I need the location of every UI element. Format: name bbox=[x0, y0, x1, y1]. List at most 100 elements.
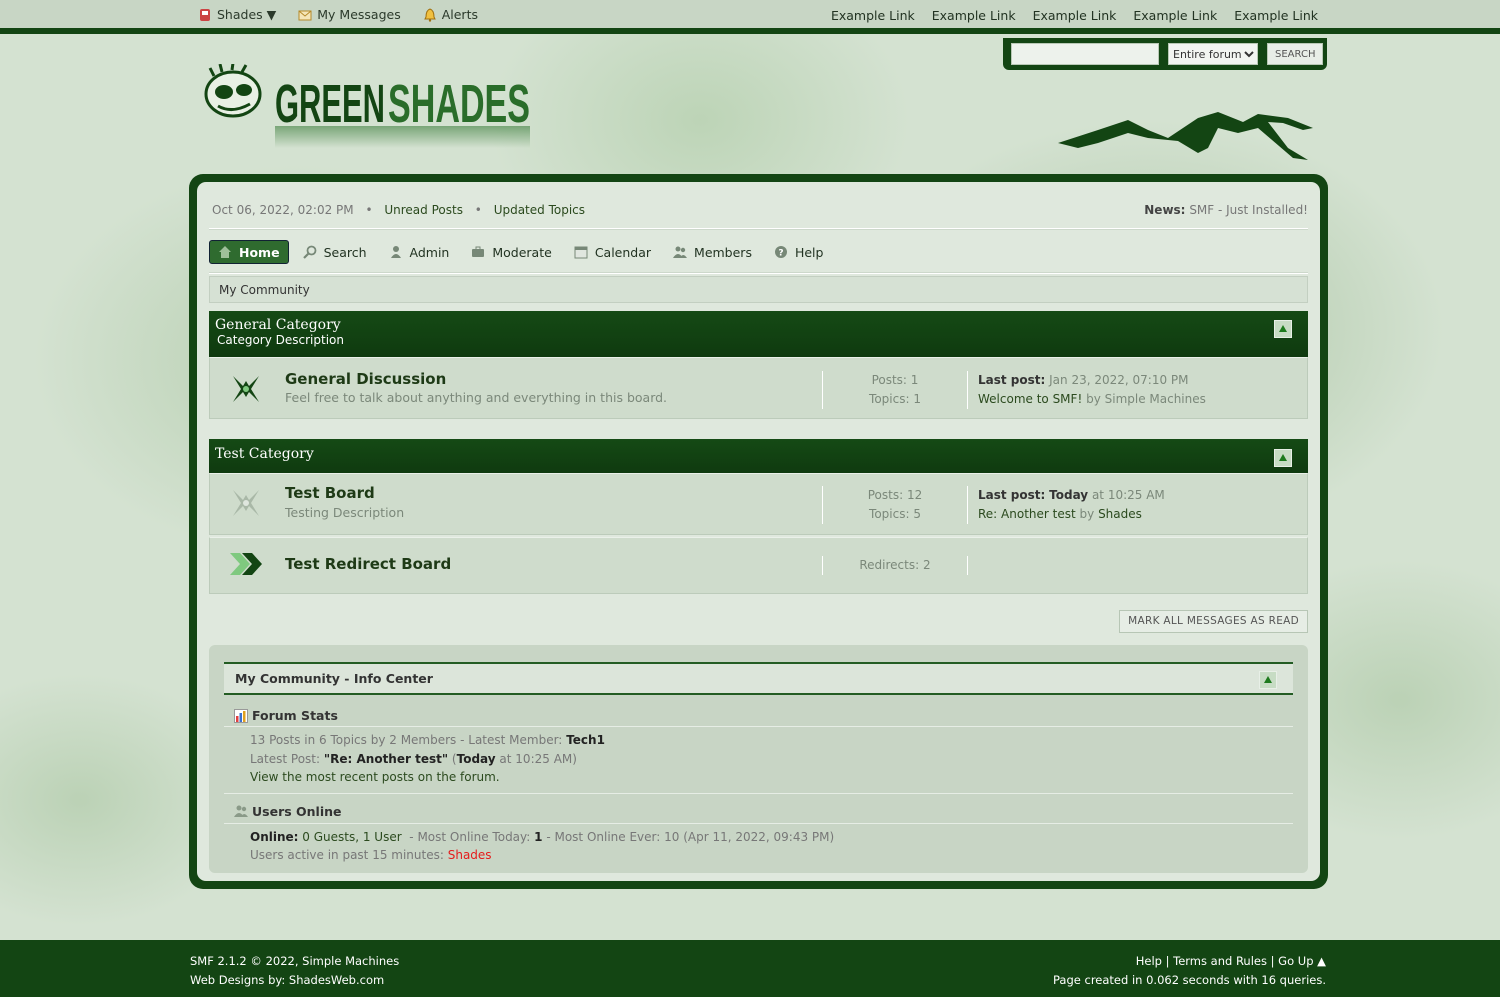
header-link-2[interactable]: Example Link bbox=[932, 8, 1016, 23]
board-row: Test Redirect Board Redirects: 2 bbox=[209, 537, 1308, 594]
user-dropdown[interactable]: Shades ▼ bbox=[198, 7, 276, 22]
unread-posts-link[interactable]: Unread Posts bbox=[384, 203, 463, 217]
footer: SMF 2.1.2 © 2022, Simple Machines Web De… bbox=[0, 940, 1500, 997]
logo-text-shades: SHADES bbox=[388, 74, 530, 134]
board-stats: Posts: 1 Topics: 1 bbox=[822, 371, 968, 409]
collapse-toggle-icon[interactable] bbox=[1274, 449, 1292, 467]
board-stats: Redirects: 2 bbox=[822, 556, 968, 575]
nav-search[interactable]: Search bbox=[295, 240, 375, 264]
site-logo[interactable]: GREEN SHADES bbox=[200, 62, 540, 157]
last-post-date: Jan 23, 2022, 07:10 PM bbox=[1049, 373, 1189, 387]
home-icon bbox=[219, 246, 231, 258]
search-button[interactable]: SEARCH bbox=[1267, 43, 1324, 65]
main-frame: Oct 06, 2022, 02:02 PM • Unread Posts • … bbox=[189, 174, 1328, 889]
divider bbox=[209, 272, 1308, 274]
smf-version: SMF 2.1.2 © 2022, bbox=[190, 954, 299, 968]
bell-icon bbox=[423, 7, 436, 22]
last-post-topic-link[interactable]: Re: Another test bbox=[978, 507, 1076, 521]
members-icon bbox=[673, 246, 688, 258]
news-label: News: bbox=[1144, 203, 1186, 217]
header-link-5[interactable]: Example Link bbox=[1234, 8, 1318, 23]
briefcase-icon bbox=[472, 246, 485, 257]
breadcrumb: My Community bbox=[209, 276, 1308, 303]
collapse-toggle-icon[interactable] bbox=[1274, 320, 1292, 338]
nav-help[interactable]: ? Help bbox=[766, 240, 832, 264]
go-up-link[interactable]: Go Up ▲ bbox=[1278, 954, 1326, 968]
board-topics: Topics: 1 bbox=[869, 392, 921, 406]
nav-admin[interactable]: Admin bbox=[381, 240, 458, 264]
nav-moderate[interactable]: Moderate bbox=[463, 240, 559, 264]
active-user-link[interactable]: Shades bbox=[448, 848, 492, 862]
terms-link[interactable]: Terms and Rules bbox=[1173, 954, 1267, 968]
header-link-1[interactable]: Example Link bbox=[831, 8, 915, 23]
updated-topics-link[interactable]: Updated Topics bbox=[494, 203, 585, 217]
search-input[interactable] bbox=[1011, 43, 1159, 65]
latest-member-link[interactable]: Tech1 bbox=[566, 733, 605, 747]
recent-posts-link[interactable]: View the most recent posts on the forum. bbox=[250, 770, 500, 784]
nav-calendar[interactable]: Calendar bbox=[566, 240, 659, 264]
nav-home-label: Home bbox=[239, 244, 280, 260]
board-icon bbox=[233, 376, 259, 402]
mark-all-read-button[interactable]: MARK ALL MESSAGES AS READ bbox=[1119, 610, 1308, 633]
online-counts-link[interactable]: 0 Guests, 1 User bbox=[302, 830, 401, 844]
active-users-label: Users active in past 15 minutes: bbox=[250, 848, 444, 862]
shadesweb-link[interactable]: ShadesWeb.com bbox=[289, 973, 384, 987]
logo-text-green: GREEN bbox=[275, 74, 385, 134]
category-title[interactable]: Test Category bbox=[215, 446, 1302, 462]
search-scope-select[interactable]: Entire forum bbox=[1168, 43, 1258, 65]
last-post-author: by Simple Machines bbox=[1086, 392, 1206, 406]
board-name[interactable]: Test Redirect Board bbox=[285, 555, 451, 573]
current-date: Oct 06, 2022, 02:02 PM bbox=[212, 203, 354, 217]
latest-post-today: Today bbox=[456, 751, 496, 766]
search-icon bbox=[302, 245, 316, 259]
nav-home[interactable]: Home bbox=[209, 240, 289, 264]
web-designs-label: Web Designs by: bbox=[190, 973, 286, 987]
category-description: Category Description bbox=[217, 333, 344, 347]
board-name[interactable]: General Discussion bbox=[285, 370, 446, 388]
footer-right: Help | Terms and Rules | Go Up ▲ Page cr… bbox=[1053, 952, 1326, 990]
alerts-link[interactable]: Alerts bbox=[423, 7, 478, 22]
news: News: SMF - Just Installed! bbox=[1144, 203, 1308, 217]
header-links: Example Link Example Link Example Link E… bbox=[831, 8, 1318, 23]
board-topics: Topics: 5 bbox=[869, 507, 921, 521]
breadcrumb-home[interactable]: My Community bbox=[219, 283, 310, 297]
category-title[interactable]: General Category bbox=[215, 317, 1302, 333]
latest-member-name: Tech1 bbox=[566, 733, 605, 747]
latest-post-label: Latest Post: bbox=[250, 751, 321, 766]
stats-summary: 13 Posts in 6 Topics by 2 Members - Late… bbox=[250, 733, 563, 747]
page-created-info: Page created in 0.062 seconds with 16 qu… bbox=[1053, 973, 1326, 987]
simple-machines-link[interactable]: Simple Machines bbox=[302, 954, 399, 968]
board-name[interactable]: Test Board bbox=[285, 484, 375, 502]
search-bar: Entire forum SEARCH bbox=[1003, 38, 1327, 70]
help-icon: ? bbox=[774, 246, 787, 259]
collapse-toggle-icon[interactable] bbox=[1259, 671, 1277, 689]
divider bbox=[209, 228, 1308, 230]
logo-graphic: GREEN SHADES bbox=[204, 62, 530, 148]
board-redirects: Redirects: 2 bbox=[859, 558, 931, 572]
svg-text:?: ? bbox=[778, 249, 783, 259]
last-post-user-link[interactable]: Shades bbox=[1098, 507, 1142, 521]
latest-post-link[interactable]: "Re: Another test" bbox=[324, 752, 448, 766]
board-description: Feel free to talk about anything and eve… bbox=[285, 390, 668, 405]
main-content: Oct 06, 2022, 02:02 PM • Unread Posts • … bbox=[197, 182, 1320, 881]
board-row: Test Board Testing Description Posts: 12… bbox=[209, 473, 1308, 535]
forum-stats-header: Forum Stats bbox=[224, 695, 1293, 727]
last-post-topic-link[interactable]: Welcome to SMF! bbox=[978, 392, 1082, 406]
board-icon bbox=[233, 490, 259, 516]
header-link-4[interactable]: Example Link bbox=[1133, 8, 1217, 23]
footer-help-link[interactable]: Help bbox=[1136, 954, 1162, 968]
calendar-icon bbox=[574, 246, 588, 259]
messages-link[interactable]: My Messages bbox=[298, 7, 401, 22]
most-today-label: - Most Online Today: bbox=[409, 829, 531, 844]
latest-post-time: at 10:25 AM) bbox=[499, 751, 577, 766]
nav-members[interactable]: Members bbox=[665, 240, 760, 264]
nav-admin-label: Admin bbox=[409, 244, 450, 260]
header-link-3[interactable]: Example Link bbox=[1033, 8, 1117, 23]
envelope-icon bbox=[298, 10, 312, 20]
last-post-label: Last post: bbox=[978, 373, 1046, 387]
news-text: SMF - Just Installed! bbox=[1189, 203, 1308, 217]
last-post-today: Today bbox=[1049, 488, 1089, 502]
messages-label: My Messages bbox=[317, 7, 401, 22]
board-last-post: Last post: Today at 10:25 AM Re: Another… bbox=[978, 486, 1165, 524]
board-posts: Posts: 12 bbox=[867, 488, 923, 502]
